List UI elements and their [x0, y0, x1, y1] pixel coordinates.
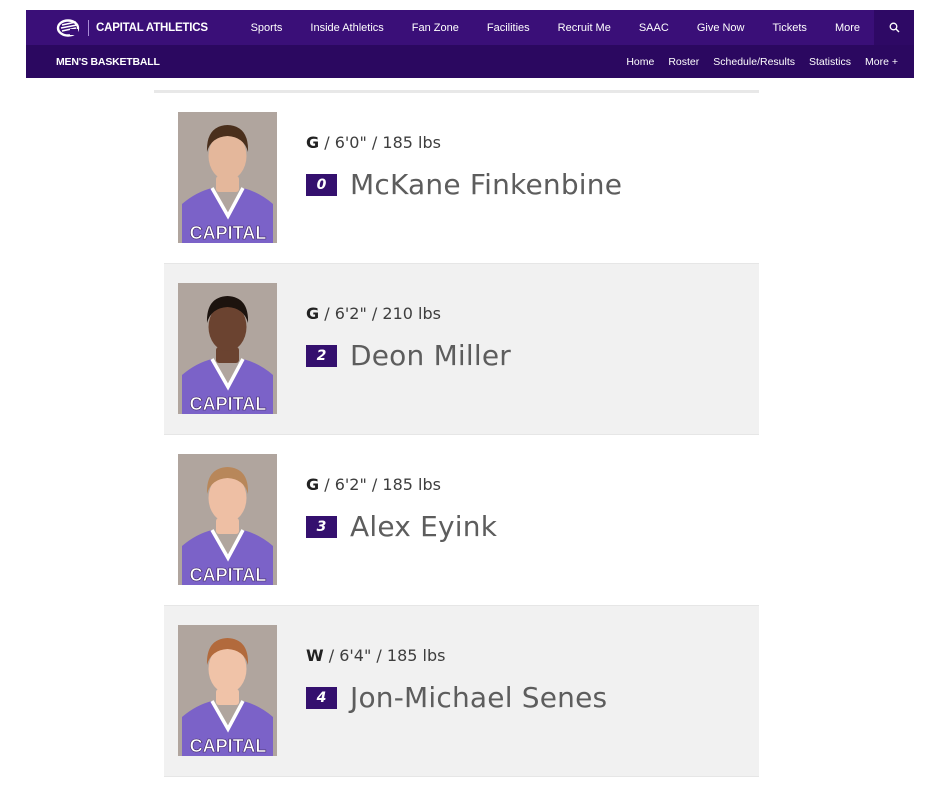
player-position: G	[306, 475, 320, 494]
player-position: W	[306, 646, 324, 665]
player-name-row: 4 Jon-Michael Senes	[306, 681, 607, 714]
roster-player-card[interactable]: CAPITAL W / 6'4" / 185 lbs 4 Jon-Michael…	[164, 606, 759, 777]
nav-saac[interactable]: SAAC	[639, 22, 669, 34]
jersey-lettering: CAPITAL	[190, 223, 267, 243]
roster-player-card[interactable]: CAPITAL G / 6'2" / 185 lbs 3 Alex Eyink	[164, 435, 759, 606]
player-height-weight: / 6'0" / 185 lbs	[319, 133, 441, 152]
jersey-lettering: CAPITAL	[190, 394, 267, 414]
brand-name: CAPITAL ATHLETICS	[96, 21, 208, 34]
subnav-home[interactable]: Home	[626, 56, 654, 68]
player-height-weight: / 6'2" / 185 lbs	[319, 475, 441, 494]
jersey-number-badge: 3	[306, 515, 337, 538]
nav-recruit-me[interactable]: Recruit Me	[558, 22, 611, 34]
player-info: G / 6'0" / 185 lbs 0 McKane Finkenbine	[306, 133, 622, 201]
player-position: G	[306, 304, 320, 323]
brand[interactable]: CAPITAL ATHLETICS	[26, 18, 208, 37]
main-nav: Sports Inside Athletics Fan Zone Facilit…	[237, 10, 914, 45]
player-info: G / 6'2" / 210 lbs 2 Deon Miller	[306, 304, 511, 372]
jersey-lettering: CAPITAL	[190, 736, 267, 756]
player-headshot[interactable]: CAPITAL	[178, 283, 277, 414]
sport-nav: Home Roster Schedule/Results Statistics …	[612, 56, 914, 68]
top-nav-bar: CAPITAL ATHLETICS Sports Inside Athletic…	[26, 10, 914, 45]
player-height-weight: / 6'2" / 210 lbs	[319, 304, 441, 323]
jersey-number-badge: 4	[306, 686, 337, 709]
player-headshot[interactable]: CAPITAL	[178, 625, 277, 756]
capital-logo-icon	[56, 18, 80, 37]
roster-list: CAPITAL G / 6'0" / 185 lbs 0 McKane Fink…	[164, 93, 759, 777]
nav-fan-zone[interactable]: Fan Zone	[412, 22, 459, 34]
player-name[interactable]: McKane Finkenbine	[350, 168, 622, 201]
player-height-weight: / 6'4" / 185 lbs	[323, 646, 446, 665]
player-bio-line: G / 6'2" / 185 lbs	[306, 475, 497, 494]
subnav-roster[interactable]: Roster	[668, 56, 699, 68]
nav-more[interactable]: More	[835, 22, 860, 34]
player-name[interactable]: Jon-Michael Senes	[350, 681, 607, 714]
player-bio-line: G / 6'0" / 185 lbs	[306, 133, 622, 152]
nav-tickets[interactable]: Tickets	[773, 22, 807, 34]
player-name[interactable]: Deon Miller	[350, 339, 511, 372]
player-info: G / 6'2" / 185 lbs 3 Alex Eyink	[306, 475, 497, 543]
player-name-row: 0 McKane Finkenbine	[306, 168, 622, 201]
search-icon	[889, 22, 899, 33]
sport-title[interactable]: MEN'S BASKETBALL	[26, 56, 160, 68]
nav-give-now[interactable]: Give Now	[697, 22, 745, 34]
jersey-number-badge: 2	[306, 344, 337, 367]
player-position: G	[306, 133, 320, 152]
jersey-lettering: CAPITAL	[190, 565, 267, 585]
player-name-row: 2 Deon Miller	[306, 339, 511, 372]
player-info: W / 6'4" / 185 lbs 4 Jon-Michael Senes	[306, 646, 607, 714]
brand-divider	[88, 19, 89, 36]
player-bio-line: W / 6'4" / 185 lbs	[306, 646, 607, 665]
player-headshot[interactable]: CAPITAL	[178, 454, 277, 585]
subnav-schedule-results[interactable]: Schedule/Results	[713, 56, 795, 68]
sport-nav-bar: MEN'S BASKETBALL Home Roster Schedule/Re…	[26, 45, 914, 78]
subnav-more[interactable]: More +	[865, 56, 898, 68]
nav-facilities[interactable]: Facilities	[487, 22, 530, 34]
player-bio-line: G / 6'2" / 210 lbs	[306, 304, 511, 323]
roster-player-card[interactable]: CAPITAL G / 6'0" / 185 lbs 0 McKane Fink…	[164, 93, 759, 264]
player-name[interactable]: Alex Eyink	[350, 510, 497, 543]
player-name-row: 3 Alex Eyink	[306, 510, 497, 543]
jersey-number-badge: 0	[306, 173, 337, 196]
nav-inside-athletics[interactable]: Inside Athletics	[310, 22, 383, 34]
search-button[interactable]	[874, 10, 914, 45]
roster-player-card[interactable]: CAPITAL G / 6'2" / 210 lbs 2 Deon Miller	[164, 264, 759, 435]
player-headshot[interactable]: CAPITAL	[178, 112, 277, 243]
subnav-statistics[interactable]: Statistics	[809, 56, 851, 68]
nav-sports[interactable]: Sports	[251, 22, 283, 34]
